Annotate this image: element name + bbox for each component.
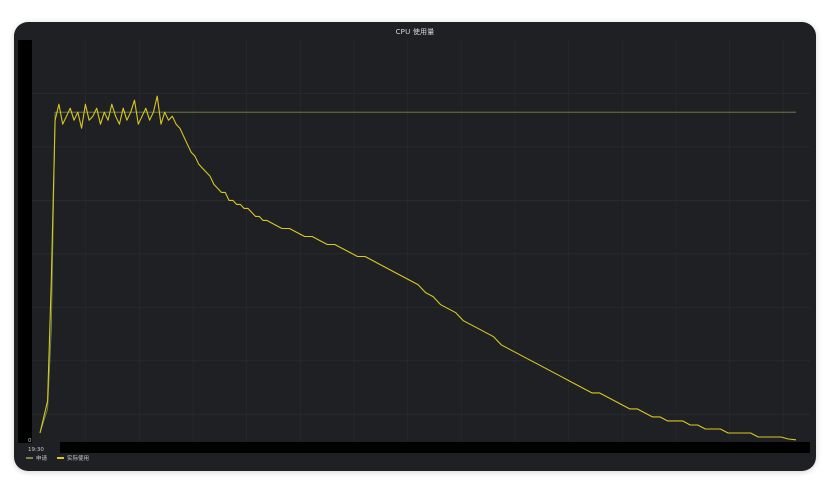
x-axis-bar	[60, 442, 810, 453]
legend-label-actual: 实际使用	[67, 456, 90, 462]
chart-panel: CPU 使用量 0 19:30 申请 实际使用	[14, 22, 816, 471]
legend-item-request[interactable]: 申请	[26, 454, 47, 462]
grid-lines	[32, 40, 810, 441]
legend: 申请 实际使用	[26, 454, 89, 462]
legend-swatch-request	[26, 457, 33, 459]
series-line-actual	[39, 95, 797, 441]
legend-label-request: 申请	[36, 456, 48, 462]
series-line-request	[39, 111, 796, 434]
y-tick-label: 0	[28, 438, 32, 444]
legend-item-actual[interactable]: 实际使用	[57, 454, 89, 462]
legend-swatch-actual	[57, 457, 65, 459]
x-tick-label: 19:30	[28, 447, 44, 453]
y-axis-bar	[18, 40, 32, 443]
series-layer	[39, 95, 797, 441]
cpu-usage-chart: 0 19:30	[18, 40, 810, 453]
